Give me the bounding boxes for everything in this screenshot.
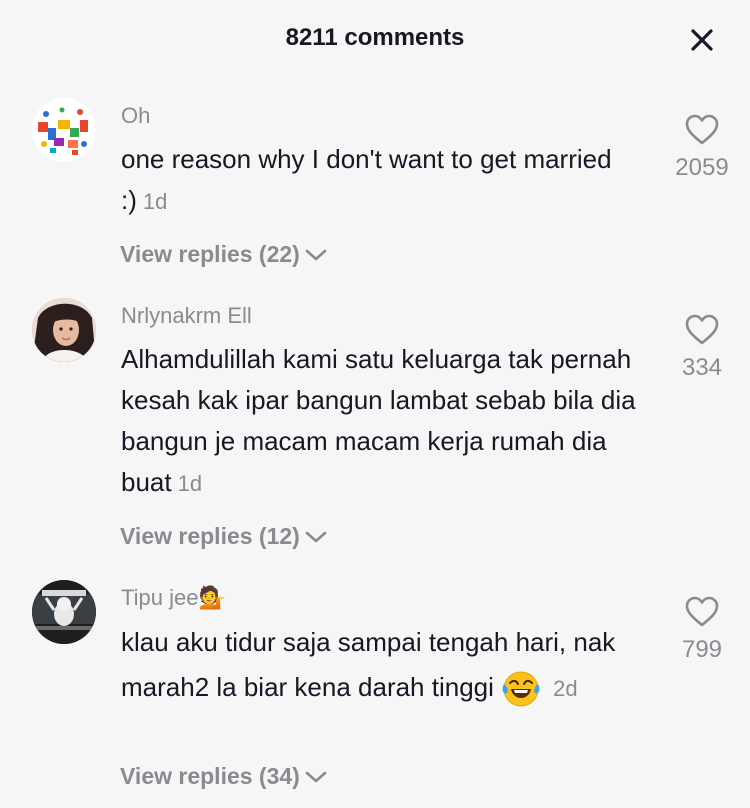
like-block: 334 [664, 314, 740, 382]
heart-icon[interactable] [685, 596, 719, 628]
view-replies-button[interactable]: View replies (12) [120, 523, 328, 550]
avatar[interactable] [32, 98, 96, 162]
comment-text: Alhamdulillah kami satu keluarga tak per… [121, 339, 641, 504]
comment-time: 1d [142, 189, 168, 214]
heart-icon[interactable] [685, 114, 719, 146]
comments-header: 8211 comments [0, 0, 750, 78]
like-block: 2059 [664, 114, 740, 182]
like-count: 799 [681, 636, 723, 663]
view-replies-button[interactable]: View replies (22) [120, 241, 328, 268]
like-block: 799 [664, 596, 740, 664]
view-replies-label: View replies (34) [120, 763, 300, 789]
comment-time: 1d [177, 471, 203, 496]
chevron-down-icon [305, 249, 327, 260]
comment-text: one reason why I don't want to get marri… [121, 139, 641, 222]
comment-text: klau aku tidur saja sampai tengah hari, … [121, 622, 651, 709]
like-count: 2059 [675, 154, 729, 181]
chevron-down-icon [305, 531, 327, 542]
comment-username[interactable]: Nrlynakrm Ell [121, 303, 252, 329]
comments-sheet: 8211 comments Oh one reason why I don't … [0, 0, 750, 808]
view-replies-button[interactable]: View replies (34) [120, 763, 328, 790]
avatar[interactable] [32, 580, 96, 644]
comment-text-content: klau aku tidur saja sampai tengah hari, … [121, 627, 616, 702]
like-count: 334 [681, 354, 723, 381]
close-icon[interactable] [688, 26, 716, 54]
comment-username[interactable]: Oh [121, 103, 150, 129]
heart-icon[interactable] [685, 314, 719, 346]
comment-username[interactable]: Tipu jee💁 [121, 585, 226, 611]
view-replies-label: View replies (22) [120, 241, 300, 267]
chevron-down-icon [305, 771, 327, 782]
avatar[interactable] [32, 298, 96, 362]
comment-text-content: one reason why I don't want to get marri… [121, 144, 612, 215]
laughing-emoji [501, 667, 541, 709]
comment-time: 2d [553, 676, 578, 701]
comments-count-title: 8211 comments [285, 24, 465, 51]
view-replies-label: View replies (12) [120, 523, 300, 549]
